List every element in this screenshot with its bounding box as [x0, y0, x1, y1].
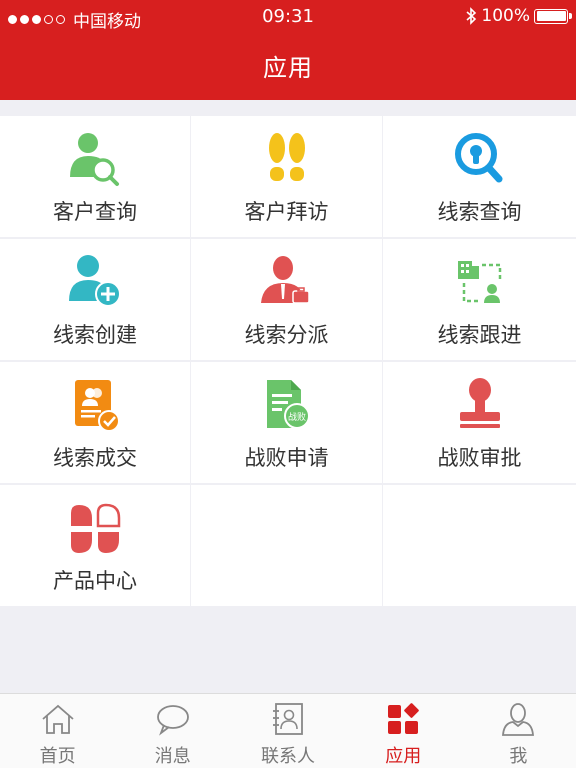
app-label: 客户拜访 [244, 200, 329, 224]
tab-label: 联系人 [261, 746, 315, 767]
tab-label: 首页 [39, 746, 76, 767]
battery-icon [534, 8, 572, 24]
footprints-icon [268, 133, 305, 181]
contract-check-icon [75, 380, 120, 432]
app-label: 线索跟进 [437, 323, 522, 347]
tab-contacts[interactable]: 联系人 [230, 694, 345, 768]
add-person-icon [69, 255, 121, 307]
app-defeat-approve[interactable]: 战败审批 [383, 362, 576, 483]
customer-search-icon [70, 133, 119, 186]
app-lead-search[interactable]: 线索查询 [383, 116, 576, 237]
app-label: 战败审批 [437, 446, 522, 470]
empty-cell [383, 485, 576, 606]
battery-percent: 100% [481, 6, 530, 26]
apps-icon [388, 703, 420, 734]
person-icon [502, 703, 535, 736]
app-label: 产品中心 [53, 569, 137, 593]
chat-bubble-icon [156, 705, 189, 736]
app-lead-create[interactable]: 线索创建 [0, 239, 190, 360]
app-defeat-apply[interactable]: 战败 战败申请 [191, 362, 382, 483]
app-label: 线索查询 [437, 200, 522, 224]
tab-home[interactable]: 首页 [0, 694, 115, 768]
page-title: 应用 [263, 54, 313, 82]
app-label: 战败申请 [244, 446, 329, 470]
business-person-icon [260, 256, 310, 304]
tab-label: 消息 [154, 746, 191, 767]
stamp-icon [459, 378, 500, 428]
status-bar: 中国移动 09:31 100% [0, 0, 576, 34]
app-product-center[interactable]: 产品中心 [0, 485, 190, 606]
tab-label: 我 [509, 746, 528, 767]
app-label: 线索创建 [53, 323, 137, 347]
defeat-badge-text: 战败 [287, 412, 305, 423]
tab-messages[interactable]: 消息 [115, 694, 230, 768]
tab-label: 应用 [385, 746, 422, 767]
app-lead-deal[interactable]: 线索成交 [0, 362, 190, 483]
tab-apps[interactable]: 应用 [346, 694, 461, 768]
app-header: 中国移动 09:31 100% 应用 [0, 0, 576, 100]
tab-me[interactable]: 我 [461, 694, 576, 768]
app-customer-search[interactable]: 客户查询 [0, 116, 190, 237]
app-lead-assign[interactable]: 线索分派 [191, 239, 382, 360]
app-label: 客户查询 [53, 200, 137, 224]
bluetooth-icon [466, 7, 477, 25]
app-label: 线索成交 [53, 446, 137, 470]
tab-bar: 首页 消息 联系人 应用 我 [0, 693, 576, 768]
app-customer-visit[interactable]: 客户拜访 [191, 116, 382, 237]
document-defeat-icon: 战败 [266, 380, 310, 429]
petals-icon [71, 503, 121, 553]
magnifier-icon [454, 133, 502, 183]
app-grid: 客户查询 客户拜访 线索查询 线索创建 线索分派 线索跟进 线索成交 战败 战败… [0, 116, 576, 606]
app-lead-follow[interactable]: 线索跟进 [383, 239, 576, 360]
building-person-icon [457, 261, 501, 303]
contacts-book-icon [273, 703, 303, 735]
app-label: 线索分派 [244, 323, 329, 347]
empty-cell [191, 485, 382, 606]
home-icon [42, 704, 74, 734]
